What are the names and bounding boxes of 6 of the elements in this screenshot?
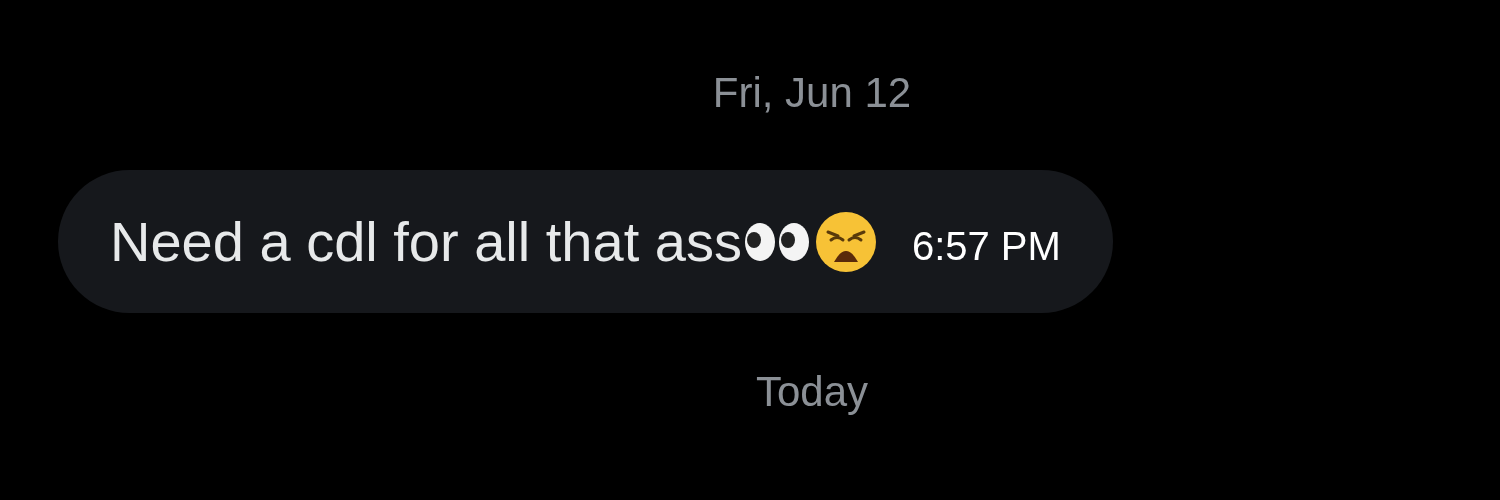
date-separator: Fri, Jun 12 — [712, 69, 912, 117]
weary-face-icon — [813, 209, 878, 274]
message-text: Need a cdl for all that ass — [110, 209, 742, 274]
eyes-icon — [743, 221, 810, 262]
message-time: 6:57 PM — [911, 224, 1061, 269]
date-separator: Today — [755, 368, 869, 416]
